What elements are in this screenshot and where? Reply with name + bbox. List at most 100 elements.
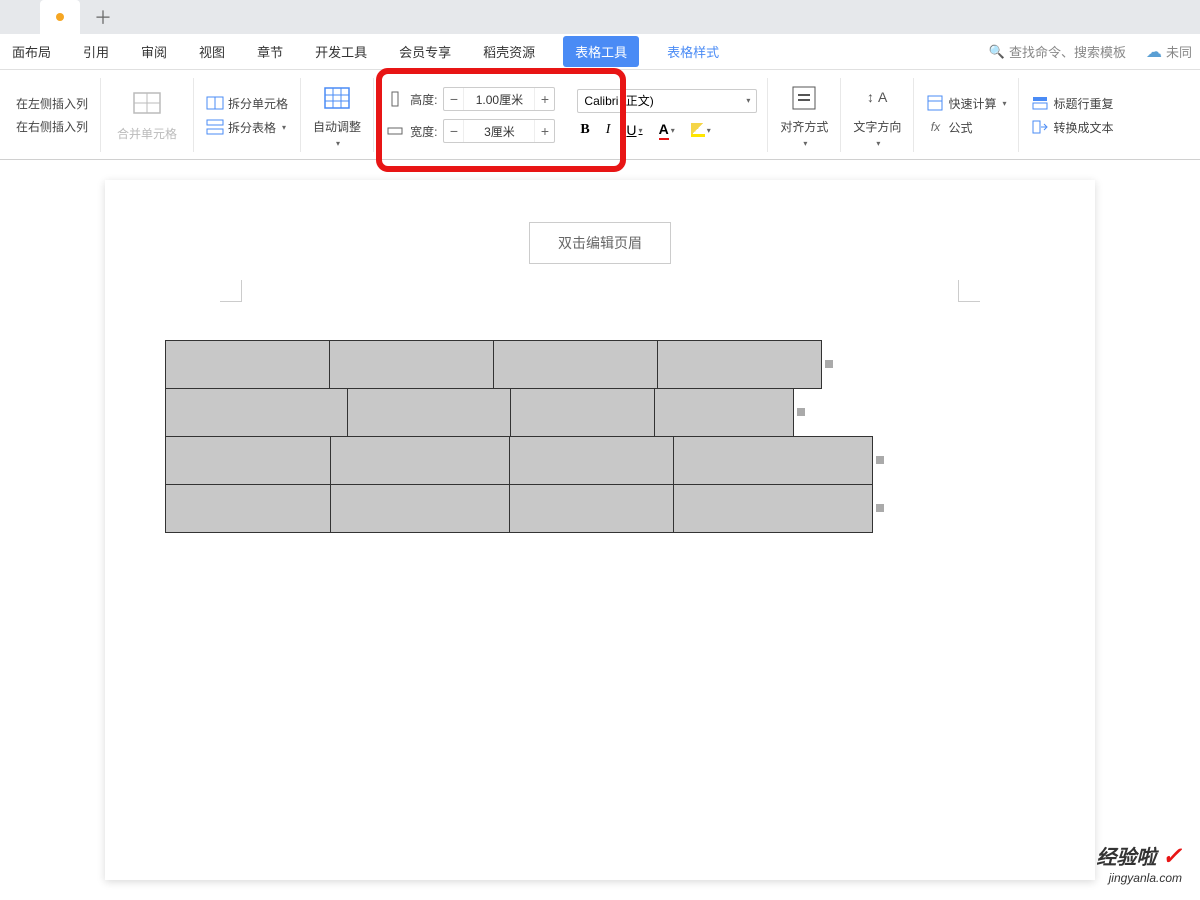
add-tab-button[interactable]: ＋ xyxy=(88,2,118,32)
active-tab[interactable] xyxy=(40,0,80,34)
ribbon: 在左侧插入列 在右侧插入列 合并单元格 拆分单元格 拆分表格 ▾ 自动调整 ▾ … xyxy=(0,70,1200,160)
menu-layout[interactable]: 面布局 xyxy=(8,36,55,67)
underline-button[interactable]: U▾ xyxy=(623,120,645,140)
align-label: 对齐方式 xyxy=(780,118,828,135)
table-cell[interactable] xyxy=(657,340,822,389)
table-cell[interactable] xyxy=(673,436,873,485)
height-increase[interactable]: + xyxy=(534,88,554,110)
header-repeat-button[interactable]: 标题行重复 xyxy=(1027,92,1117,114)
formula-button[interactable]: fx 公式 xyxy=(922,116,1010,138)
font-selector[interactable]: Calibri (正文) ▾ xyxy=(577,89,757,113)
cloud-sync-status[interactable]: ☁ 未同 xyxy=(1146,42,1192,62)
bold-button[interactable]: B xyxy=(577,120,592,140)
convert-text-icon xyxy=(1031,118,1049,136)
table-row[interactable] xyxy=(165,340,1035,388)
table-cell[interactable] xyxy=(509,484,674,533)
search-commands[interactable]: 🔍 查找命令、搜索模板 xyxy=(989,42,1126,61)
convert-to-text-button[interactable]: 转换成文本 xyxy=(1027,116,1117,138)
align-icon xyxy=(788,82,820,114)
chevron-down-icon: ▾ xyxy=(336,139,340,148)
table-cell[interactable] xyxy=(493,340,658,389)
table-row[interactable] xyxy=(165,436,1035,484)
auto-adjust-button[interactable]: 自动调整 ▾ xyxy=(309,78,365,152)
split-cells-button[interactable]: 拆分单元格 xyxy=(202,92,292,114)
document-page[interactable]: 双击编辑页眉 xyxy=(105,180,1095,880)
insert-right-label: 在右侧插入列 xyxy=(16,118,88,135)
width-increase[interactable]: + xyxy=(534,120,554,142)
text-direction-group: ↕A 文字方向▾ xyxy=(841,78,914,152)
width-decrease[interactable]: − xyxy=(444,120,464,142)
insert-column-left[interactable]: 在左侧插入列 xyxy=(12,93,92,114)
table-cell[interactable] xyxy=(673,484,873,533)
header-repeat-icon xyxy=(1031,94,1049,112)
highlight-icon xyxy=(691,123,705,137)
text-direction-button[interactable]: ↕A 文字方向▾ xyxy=(849,78,905,152)
table-cell[interactable] xyxy=(329,340,494,389)
menu-reference[interactable]: 引用 xyxy=(79,36,113,67)
cloud-icon: ☁ xyxy=(1146,42,1162,62)
menu-resources[interactable]: 稻壳资源 xyxy=(479,36,539,67)
align-button[interactable]: 对齐方式 ▾ xyxy=(776,78,832,152)
align-group: 对齐方式 ▾ xyxy=(768,78,841,152)
font-name: Calibri (正文) xyxy=(584,92,653,109)
cloud-label: 未同 xyxy=(1166,42,1192,61)
font-group: Calibri (正文) ▾ B I U▾ A▾ ▾ xyxy=(567,78,768,152)
chevron-down-icon: ▾ xyxy=(803,139,807,148)
chevron-down-icon: ▾ xyxy=(282,123,286,132)
highlight-button[interactable]: ▾ xyxy=(688,121,714,139)
menu-chapter[interactable]: 章节 xyxy=(253,36,287,67)
table-cell[interactable] xyxy=(330,484,510,533)
insert-group: 在左侧插入列 在右侧插入列 xyxy=(4,78,101,152)
width-input[interactable] xyxy=(464,124,534,138)
search-placeholder: 查找命令、搜索模板 xyxy=(1009,42,1126,61)
height-input[interactable] xyxy=(464,92,534,106)
italic-button[interactable]: I xyxy=(603,120,614,140)
height-decrease[interactable]: − xyxy=(444,88,464,110)
chevron-down-icon: ▾ xyxy=(746,96,750,105)
table-row[interactable] xyxy=(165,388,1035,436)
merge-cells-group: 合并单元格 xyxy=(101,78,194,152)
menu-bar: 面布局 引用 审阅 视图 章节 开发工具 会员专享 稻壳资源 表格工具 表格样式… xyxy=(0,34,1200,70)
menu-table-tools[interactable]: 表格工具 xyxy=(563,36,639,67)
svg-text:↕: ↕ xyxy=(867,89,874,105)
watermark-sub: jingyanla.com xyxy=(1096,871,1182,885)
table-cell[interactable] xyxy=(654,388,794,437)
document-table[interactable] xyxy=(165,340,1035,532)
menu-dev[interactable]: 开发工具 xyxy=(311,36,371,67)
row-end-marker xyxy=(797,408,805,416)
table-cell[interactable] xyxy=(165,484,331,533)
height-icon xyxy=(386,90,404,108)
search-icon: 🔍 xyxy=(989,44,1005,60)
width-icon xyxy=(386,122,404,140)
row-end-marker xyxy=(876,504,884,512)
table-row[interactable] xyxy=(165,484,1035,532)
table-cell[interactable] xyxy=(347,388,511,437)
table-cell[interactable] xyxy=(510,388,655,437)
edit-header-button[interactable]: 双击编辑页眉 xyxy=(529,222,671,264)
merge-cells-label: 合并单元格 xyxy=(113,123,181,144)
split-table-icon xyxy=(206,118,224,136)
menu-table-style[interactable]: 表格样式 xyxy=(663,36,723,67)
table-cell[interactable] xyxy=(165,340,330,389)
insert-column-right[interactable]: 在右侧插入列 xyxy=(12,116,92,137)
quick-calc-button[interactable]: 快速计算▾ xyxy=(922,92,1010,114)
split-table-button[interactable]: 拆分表格 ▾ xyxy=(202,116,292,138)
table-cell[interactable] xyxy=(330,436,510,485)
format-row: B I U▾ A▾ ▾ xyxy=(577,119,757,142)
formula-label: 公式 xyxy=(948,119,972,136)
menu-member[interactable]: 会员专享 xyxy=(395,36,455,67)
tab-bar: ＋ xyxy=(0,0,1200,34)
menu-review[interactable]: 审阅 xyxy=(137,36,171,67)
table-cell[interactable] xyxy=(509,436,674,485)
auto-adjust-label: 自动调整 xyxy=(313,118,361,135)
chevron-down-icon: ▾ xyxy=(639,126,643,135)
font-color-button[interactable]: A▾ xyxy=(656,119,678,142)
table-cell[interactable] xyxy=(165,388,348,437)
menu-view[interactable]: 视图 xyxy=(195,36,229,67)
watermark: 经验啦 ✓ jingyanla.com xyxy=(1096,841,1182,885)
merge-cells-button[interactable]: 合并单元格 xyxy=(109,83,185,148)
table-cell[interactable] xyxy=(165,436,331,485)
auto-adjust-group: 自动调整 ▾ xyxy=(301,78,374,152)
convert-text-label: 转换成文本 xyxy=(1053,119,1113,136)
height-row: 高度: − + xyxy=(386,87,555,111)
